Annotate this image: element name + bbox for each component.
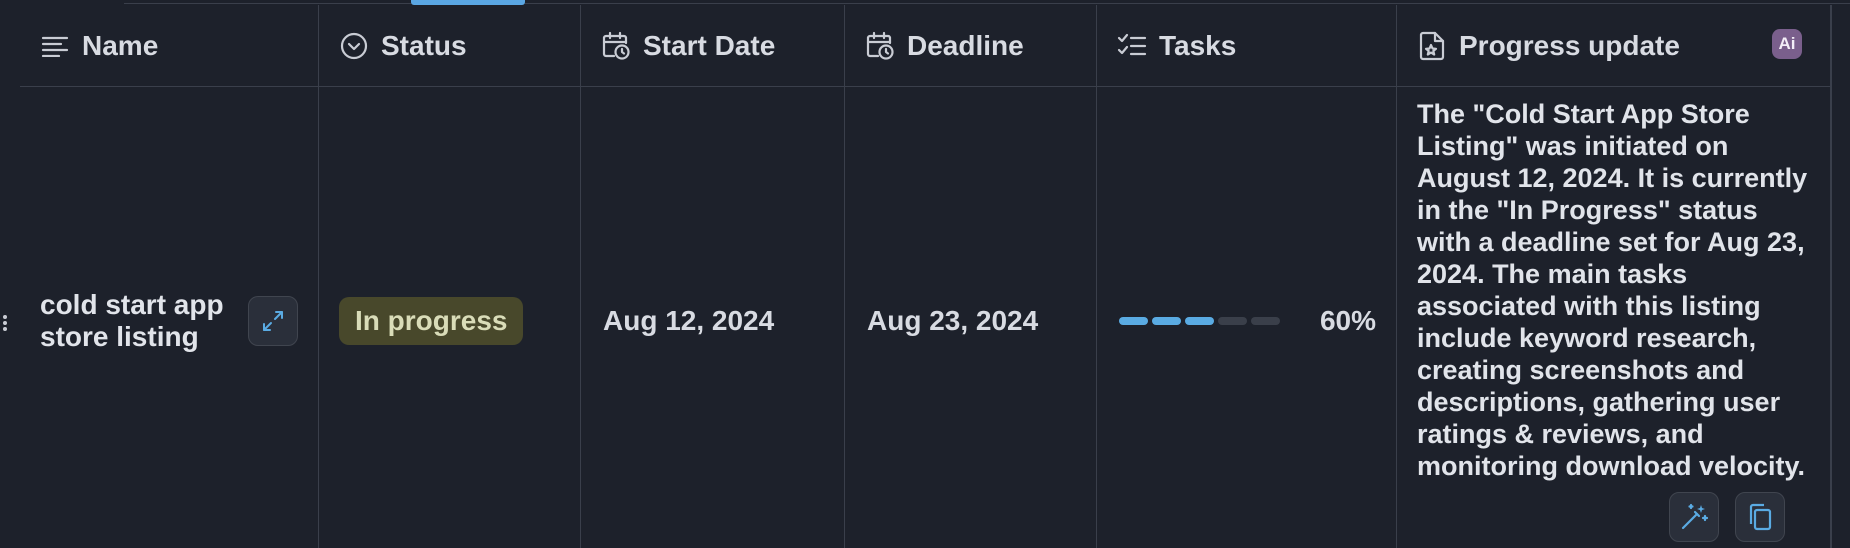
expand-arrows-icon: [263, 311, 283, 331]
table-row: cold start app store listing In progress…: [20, 86, 1831, 548]
drag-handle-icon[interactable]: [0, 306, 10, 340]
column-label: Progress update: [1459, 29, 1680, 61]
status-cell[interactable]: In progress: [319, 86, 581, 548]
document-star-icon: [1417, 31, 1447, 61]
name-cell[interactable]: cold start app store listing: [20, 86, 319, 548]
start-date-value: Aug 12, 2024: [603, 305, 775, 336]
progress-segment-incomplete: [1251, 317, 1280, 325]
column-label: Status: [381, 29, 467, 61]
column-label: Name: [82, 29, 159, 61]
chevron-circle-icon: [339, 31, 369, 61]
column-label: Start Date: [643, 29, 776, 61]
column-header-tasks[interactable]: Tasks: [1097, 5, 1397, 86]
progress-segment-complete: [1185, 317, 1214, 325]
column-header-status[interactable]: Status: [319, 5, 581, 86]
progress-update-cell[interactable]: The "Cold Start App Store Listing" was i…: [1397, 86, 1831, 548]
start-date-cell[interactable]: Aug 12, 2024: [581, 86, 845, 548]
tasks-progress-bar: [1119, 317, 1280, 325]
toolbar-divider: [124, 3, 1850, 4]
copy-icon: [1749, 503, 1772, 531]
table-view: Name Status Start Date Deadline Tasks Pr…: [0, 0, 1850, 548]
progress-segment-complete: [1152, 317, 1181, 325]
deadline-cell[interactable]: Aug 23, 2024: [845, 86, 1097, 548]
text-align-left-icon: [40, 31, 70, 61]
deadline-value: Aug 23, 2024: [867, 305, 1039, 336]
magic-wand-icon: [1681, 503, 1709, 530]
column-header-deadline[interactable]: Deadline: [845, 5, 1097, 86]
column-header-name[interactable]: Name: [20, 5, 319, 86]
calendar-clock-icon: [601, 31, 631, 61]
expand-record-button[interactable]: [248, 296, 298, 346]
tasks-cell[interactable]: 60%: [1097, 86, 1397, 548]
copy-button[interactable]: [1735, 492, 1785, 542]
column-divider: [1831, 5, 1832, 548]
checklist-icon: [1117, 31, 1147, 61]
progress-update-text: The "Cold Start App Store Listing" was i…: [1417, 99, 1808, 481]
row-name: cold start app store listing: [40, 289, 224, 352]
progress-segment-complete: [1119, 317, 1148, 325]
progress-segment-incomplete: [1218, 317, 1247, 325]
column-header-progress-update[interactable]: Progress update Ai: [1397, 5, 1831, 86]
column-label: Deadline: [907, 29, 1024, 61]
column-label: Tasks: [1159, 29, 1237, 61]
ai-badge[interactable]: Ai: [1772, 29, 1802, 59]
ai-generate-button[interactable]: [1669, 492, 1719, 542]
table-header: Name Status Start Date Deadline Tasks Pr…: [20, 5, 1831, 87]
calendar-clock-icon: [865, 31, 895, 61]
column-header-start-date[interactable]: Start Date: [581, 5, 845, 86]
tasks-percent: 60%: [1319, 305, 1376, 336]
status-badge[interactable]: In progress: [339, 297, 524, 345]
